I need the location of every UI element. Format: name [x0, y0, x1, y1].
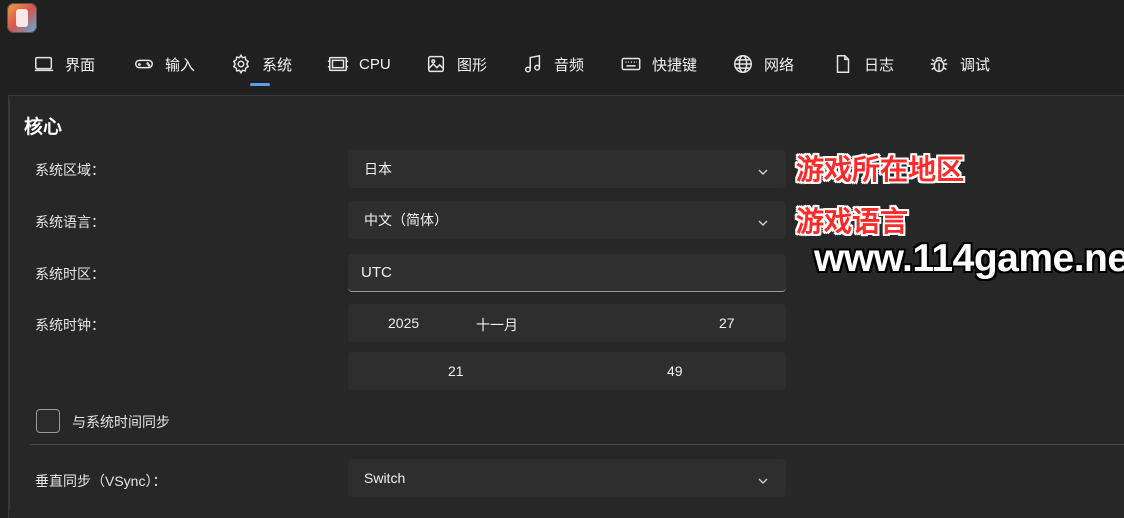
tab-system[interactable]: 系统: [230, 44, 292, 86]
bug-icon: [930, 56, 948, 73]
annotation-region: 游戏所在地区: [796, 154, 965, 185]
app-logo-icon: [7, 3, 37, 33]
sync-time-label: 与系统时间同步: [72, 414, 170, 430]
gamepad-icon: [135, 59, 153, 69]
gear-icon: [232, 53, 250, 75]
image-icon: [427, 55, 445, 73]
hour-value[interactable]: 21: [448, 363, 464, 379]
watermark: www.114game.net: [814, 237, 1124, 280]
day-value[interactable]: 27: [719, 315, 735, 331]
language-label: 系统语言：: [35, 214, 105, 230]
divider: [30, 444, 1124, 445]
sync-time-checkbox[interactable]: [36, 409, 60, 433]
music-icon: [524, 54, 541, 73]
section-title-core: 核心: [24, 117, 63, 138]
vsync-label: 垂直同步（VSync）：: [35, 473, 167, 489]
month-value[interactable]: 十一月: [476, 315, 518, 335]
year-value[interactable]: 2025: [388, 315, 419, 331]
keyboard-icon: [621, 57, 641, 71]
tab-cpu[interactable]: CPU: [327, 44, 391, 84]
time-picker[interactable]: 21 49: [348, 352, 786, 390]
timezone-label: 系统时区：: [35, 266, 105, 282]
vsync-select[interactable]: Switch: [348, 459, 786, 497]
tab-audio[interactable]: 音频: [522, 44, 584, 84]
tab-hotkeys[interactable]: 快捷键: [620, 44, 697, 84]
clock-label: 系统时钟：: [35, 317, 105, 333]
tab-debug[interactable]: 调试: [928, 44, 990, 84]
minute-value[interactable]: 49: [667, 363, 683, 379]
timezone-input[interactable]: UTC: [348, 254, 786, 292]
tab-input[interactable]: 输入: [133, 44, 195, 84]
chevron-down-icon: [758, 163, 768, 175]
file-icon: [836, 55, 850, 73]
chevron-down-icon: [758, 472, 768, 484]
language-select[interactable]: 中文（简体）: [348, 201, 786, 239]
laptop-icon: [34, 56, 54, 72]
region-label: 系统区域：: [35, 162, 105, 178]
settings-tab-bar: 界面 输入 系统 CPU 图形 音频 快捷键 网络 日志 调试: [0, 44, 1124, 88]
chip-icon: [327, 56, 349, 72]
date-picker[interactable]: 2025 十一月 27: [348, 304, 786, 342]
annotation-language: 游戏语言: [796, 206, 909, 237]
region-select[interactable]: 日本: [348, 150, 786, 188]
scrollbar[interactable]: [8, 100, 10, 510]
tab-graphics[interactable]: 图形: [425, 44, 487, 84]
chevron-down-icon: [758, 214, 768, 226]
globe-icon: [734, 55, 752, 73]
tab-network[interactable]: 网络: [732, 44, 794, 84]
tab-logs[interactable]: 日志: [832, 44, 894, 84]
tab-interface[interactable]: 界面: [33, 44, 95, 84]
